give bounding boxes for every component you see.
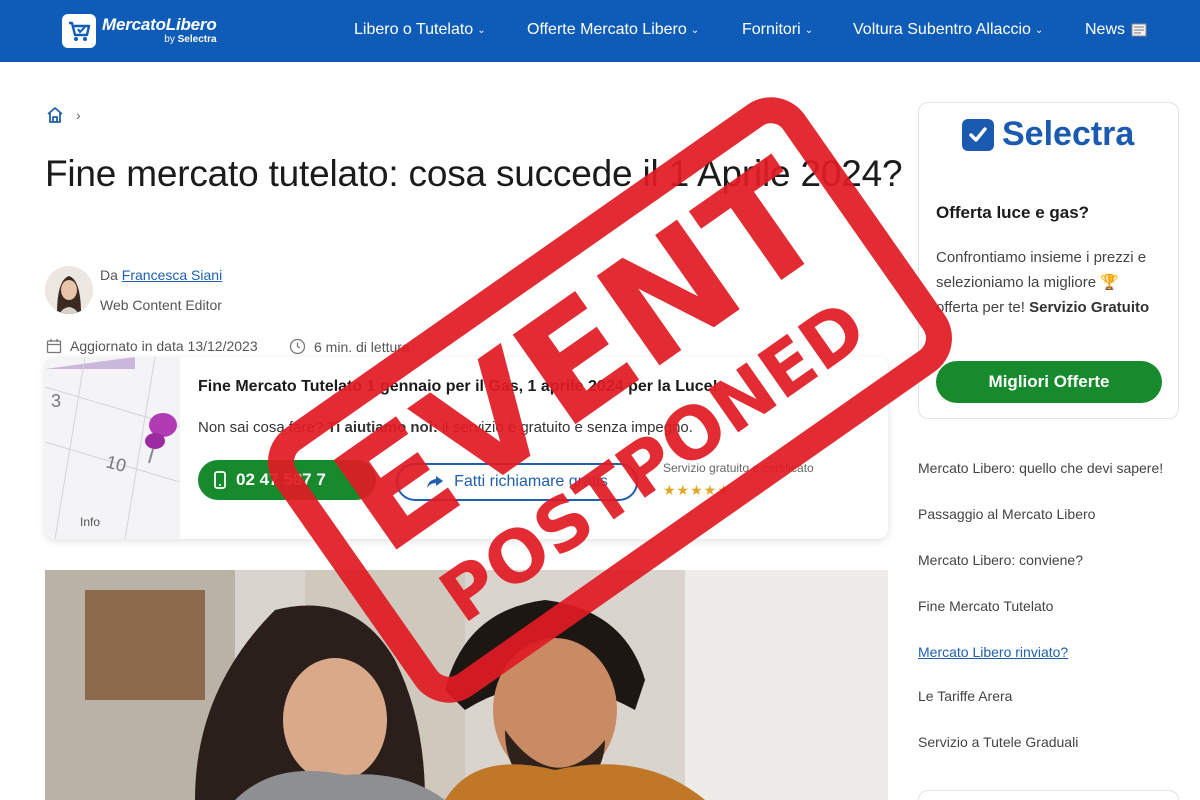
selectra-offer-card: Selectra Offerta luce e gas? Confrontiam… xyxy=(918,102,1179,419)
nav-voltura-subentro-allaccio[interactable]: Voltura Subentro Allaccio ⌄ xyxy=(853,21,1043,39)
sidebar-link[interactable]: Mercato Libero: quello che devi sapere! xyxy=(918,460,1163,476)
logo-wordmark: MercatoLibero xyxy=(102,15,217,34)
callback-label: Fatti richiamare gratis xyxy=(454,473,608,490)
home-icon[interactable] xyxy=(46,106,64,124)
logo-byline: by Selectra xyxy=(164,34,217,45)
smartphone-icon xyxy=(214,471,226,489)
nav-libero-o-tutelato[interactable]: Libero o Tutelato ⌄ xyxy=(354,21,486,39)
chevron-down-icon: ⌄ xyxy=(1034,24,1044,36)
hero-photo-couple xyxy=(45,570,888,800)
selectra-logo[interactable]: Selectra xyxy=(962,115,1134,154)
author-byline: Da Francesca Siani xyxy=(100,267,223,283)
checkbox-check-icon xyxy=(962,118,994,151)
top-navigation-bar: MercatoLibero by Selectra Libero o Tutel… xyxy=(0,0,1200,62)
selectra-wordmark: Selectra xyxy=(1002,115,1135,153)
updated-date: Aggiornato in data 13/12/2023 xyxy=(46,338,258,354)
rating-stars: ★★★★★ xyxy=(663,482,731,498)
offer-text: Confrontiamo insieme i prezzi e selezion… xyxy=(936,249,1150,316)
author-name-link[interactable]: Francesca Siani xyxy=(122,267,222,283)
newspaper-icon xyxy=(1131,23,1147,37)
best-offers-button[interactable]: Migliori Offerte xyxy=(936,361,1162,403)
offer-title: Offerta luce e gas? xyxy=(936,203,1090,222)
card-image-label: Info xyxy=(80,515,101,529)
chevron-down-icon: ⌄ xyxy=(690,24,700,36)
sidebar-link[interactable]: Mercato Libero: conviene? xyxy=(918,552,1083,568)
breadcrumb: › xyxy=(46,106,81,124)
card-text: Non sai cosa fare? Ti aiutiamo noi: il s… xyxy=(198,419,693,436)
sidebar-link[interactable]: Le Tariffe Arera xyxy=(918,688,1012,704)
clock-icon xyxy=(289,338,306,355)
sidebar-link[interactable]: Fine Mercato Tutelato xyxy=(918,598,1053,614)
chevron-down-icon: ⌄ xyxy=(804,24,814,36)
nav-fornitori[interactable]: Fornitori ⌄ xyxy=(742,21,813,39)
sidebar-link-active[interactable]: Mercato Libero rinviato? xyxy=(918,644,1068,660)
sidebar-link[interactable]: Passaggio al Mercato Libero xyxy=(918,506,1095,522)
chevron-down-icon: ⌄ xyxy=(477,24,486,36)
author-avatar[interactable] xyxy=(45,266,93,314)
nav-offerte-mercato-libero[interactable]: Offerte Mercato Libero ⌄ xyxy=(527,21,699,39)
calendar-pin-image: 3 10 Info xyxy=(45,357,180,539)
sidebar-link[interactable]: Servizio a Tutele Graduali xyxy=(918,734,1078,750)
updated-date-text: Aggiornato in data 13/12/2023 xyxy=(70,338,258,354)
card-title: Fine Mercato Tutelato 1 gennaio per il G… xyxy=(198,378,718,395)
sidebar-card-edge xyxy=(918,790,1179,800)
cart-logo-icon xyxy=(62,14,96,48)
info-card: 3 10 Info Fine Mercato Tutelato 1 gennai… xyxy=(45,357,888,539)
nav-news[interactable]: News xyxy=(1085,21,1147,39)
reading-time-text: 6 min. di lettura xyxy=(314,338,410,355)
phone-number: 02 47 587 7 xyxy=(236,470,326,489)
reading-time: 6 min. di lettura xyxy=(289,338,410,355)
author-role: Web Content Editor xyxy=(100,297,222,313)
phone-call-button[interactable]: 02 47 587 7 xyxy=(198,460,376,500)
free-service-label: Servizio gratuito e certificato xyxy=(663,461,814,475)
svg-text:3: 3 xyxy=(51,391,61,411)
site-logo[interactable]: MercatoLibero by Selectra xyxy=(62,12,217,50)
page-title: Fine mercato tutelato: cosa succede il 1… xyxy=(45,153,903,194)
callback-button[interactable]: Fatti richiamare gratis xyxy=(396,463,638,501)
share-arrow-icon xyxy=(427,476,444,488)
breadcrumb-separator: › xyxy=(76,107,81,123)
calendar-icon xyxy=(46,339,62,354)
